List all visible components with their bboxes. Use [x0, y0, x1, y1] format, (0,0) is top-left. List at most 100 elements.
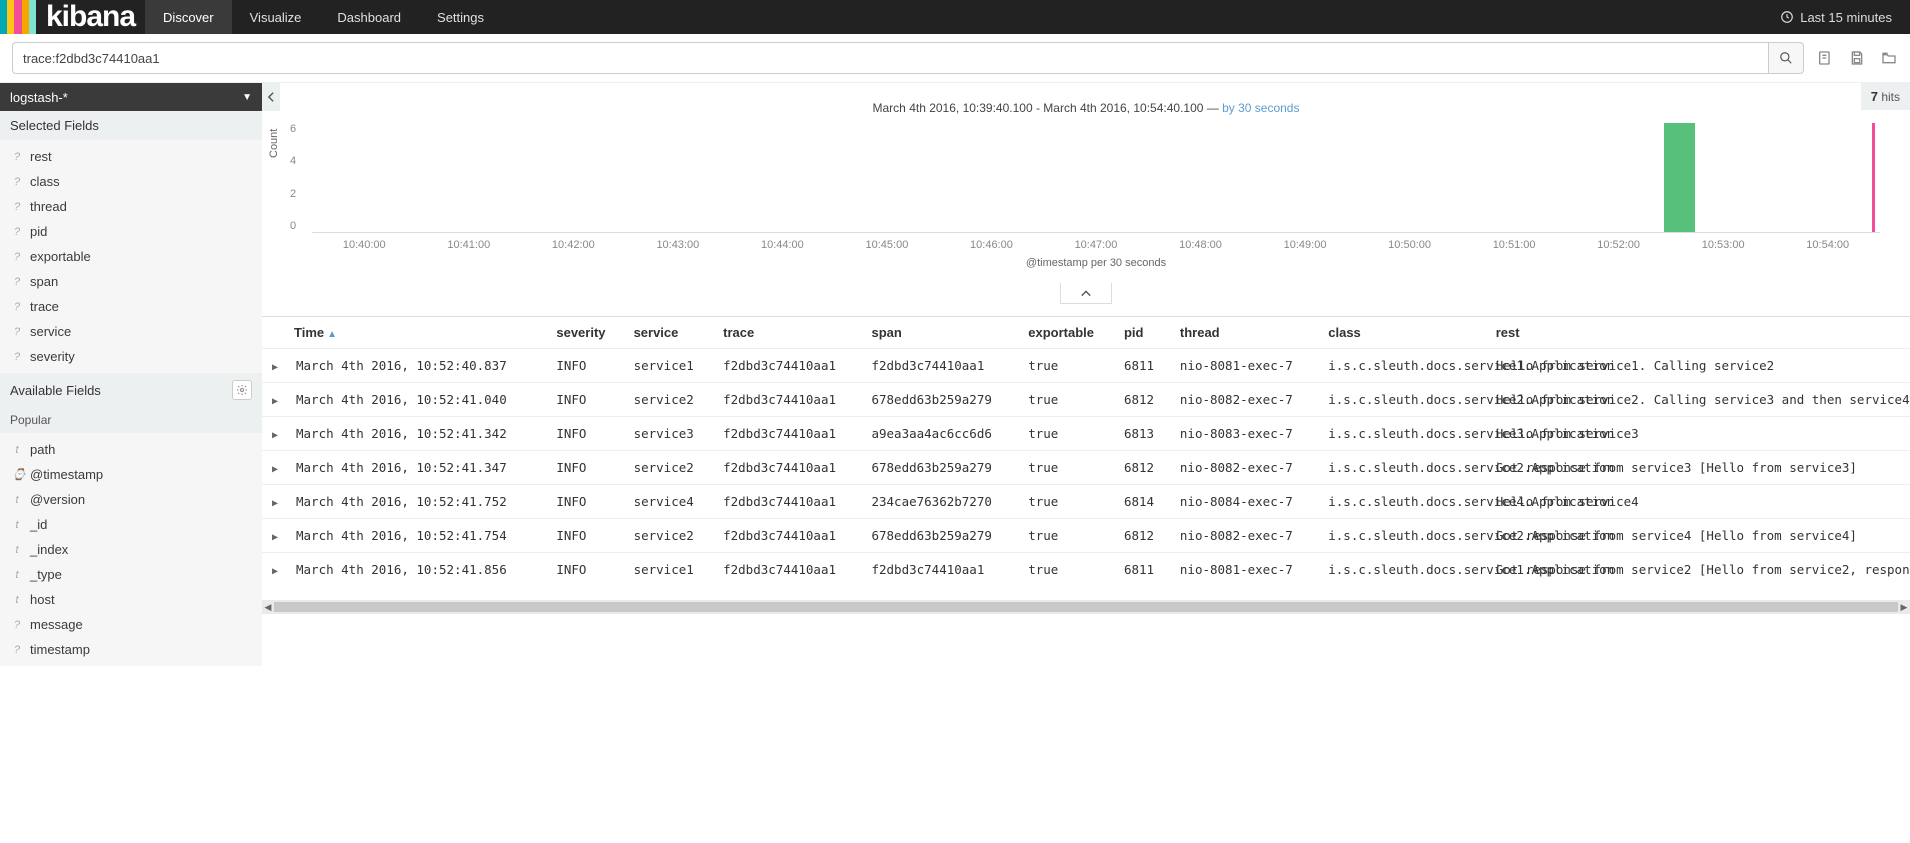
table-row[interactable]: ▶March 4th 2016, 10:52:40.837INFOservice… [262, 349, 1910, 383]
query-input[interactable] [12, 42, 1768, 74]
cell-service: service2 [624, 451, 714, 485]
table-row[interactable]: ▶March 4th 2016, 10:52:41.754INFOservice… [262, 519, 1910, 553]
cell-time: ▶March 4th 2016, 10:52:41.856 [262, 553, 546, 587]
results-table: Time▲severityservicetracespanexportablep… [262, 316, 1910, 586]
field-name: thread [30, 199, 67, 214]
cell-service: service1 [624, 349, 714, 383]
new-search-icon[interactable] [1816, 49, 1834, 67]
collapse-histogram-button[interactable] [1060, 283, 1112, 304]
selected-field-exportable[interactable]: ?exportable [0, 244, 262, 269]
table-row[interactable]: ▶March 4th 2016, 10:52:41.856INFOservice… [262, 553, 1910, 587]
bar-area[interactable] [312, 123, 1880, 232]
cell-class: i.s.c.sleuth.docs.service1.Application [1318, 349, 1485, 383]
save-search-icon[interactable] [1848, 49, 1866, 67]
cell-thread: nio-8082-exec-7 [1170, 383, 1318, 417]
field-type-icon: ? [12, 226, 22, 238]
search-button[interactable] [1768, 42, 1804, 74]
col-class[interactable]: class [1318, 317, 1485, 349]
col-trace[interactable]: trace [713, 317, 861, 349]
scroll-left-icon[interactable]: ◀ [262, 600, 274, 614]
col-service[interactable]: service [624, 317, 714, 349]
x-tick: 10:48:00 [1148, 239, 1253, 251]
expand-row-icon[interactable]: ▶ [272, 396, 288, 407]
field-name: service [30, 324, 71, 339]
table-row[interactable]: ▶March 4th 2016, 10:52:41.752INFOservice… [262, 485, 1910, 519]
available-field-path[interactable]: tpath [0, 437, 262, 462]
cell-class: i.s.c.sleuth.docs.service2.Application [1318, 451, 1485, 485]
available-field-_index[interactable]: t_index [0, 537, 262, 562]
tab-visualize[interactable]: Visualize [232, 0, 320, 34]
col-time[interactable]: Time▲ [262, 317, 546, 349]
tab-dashboard[interactable]: Dashboard [319, 0, 419, 34]
expand-row-icon[interactable]: ▶ [272, 532, 288, 543]
y-tick: 4 [290, 155, 296, 167]
field-type-icon: ? [12, 644, 22, 656]
cell-service: service1 [624, 553, 714, 587]
selected-field-trace[interactable]: ?trace [0, 294, 262, 319]
cell-time: ▶March 4th 2016, 10:52:41.754 [262, 519, 546, 553]
selected-field-severity[interactable]: ?severity [0, 344, 262, 369]
open-search-icon[interactable] [1880, 49, 1898, 67]
cell-exportable: true [1018, 349, 1114, 383]
nav-tabs: Discover Visualize Dashboard Settings [145, 0, 502, 34]
clock-icon [1780, 10, 1794, 24]
index-pattern-picker[interactable]: logstash-* ▼ [0, 83, 262, 111]
scroll-thumb[interactable] [274, 602, 1898, 612]
sidebar-collapse-button[interactable] [262, 83, 280, 111]
fields-settings-button[interactable] [232, 380, 252, 400]
tab-settings[interactable]: Settings [419, 0, 502, 34]
x-tick: 10:45:00 [835, 239, 940, 251]
col-severity[interactable]: severity [546, 317, 623, 349]
expand-row-icon[interactable]: ▶ [272, 498, 288, 509]
selected-field-service[interactable]: ?service [0, 319, 262, 344]
cell-service: service3 [624, 417, 714, 451]
interval-link[interactable]: by 30 seconds [1222, 101, 1299, 115]
selected-field-class[interactable]: ?class [0, 169, 262, 194]
field-type-icon: t [12, 444, 22, 456]
col-span[interactable]: span [861, 317, 1018, 349]
horizontal-scrollbar[interactable]: ◀ ▶ [262, 600, 1910, 614]
field-name: @timestamp [30, 467, 103, 482]
selected-field-thread[interactable]: ?thread [0, 194, 262, 219]
table-row[interactable]: ▶March 4th 2016, 10:52:41.040INFOservice… [262, 383, 1910, 417]
expand-row-icon[interactable]: ▶ [272, 430, 288, 441]
col-rest[interactable]: rest [1486, 317, 1910, 349]
available-field-message[interactable]: ?message [0, 612, 262, 637]
tab-discover[interactable]: Discover [145, 0, 232, 34]
selected-field-span[interactable]: ?span [0, 269, 262, 294]
x-tick: 10:54:00 [1775, 239, 1880, 251]
cell-trace: f2dbd3c74410aa1 [713, 553, 861, 587]
expand-row-icon[interactable]: ▶ [272, 566, 288, 577]
available-field-host[interactable]: thost [0, 587, 262, 612]
table-row[interactable]: ▶March 4th 2016, 10:52:41.342INFOservice… [262, 417, 1910, 451]
histogram-bar[interactable] [1664, 123, 1695, 232]
cell-thread: nio-8082-exec-7 [1170, 519, 1318, 553]
field-type-icon: t [12, 544, 22, 556]
cell-trace: f2dbd3c74410aa1 [713, 519, 861, 553]
cell-rest: Hello from service3 [1486, 417, 1910, 451]
cell-rest: Got response from service4 [Hello from s… [1486, 519, 1910, 553]
cell-exportable: true [1018, 383, 1114, 417]
available-field-_type[interactable]: t_type [0, 562, 262, 587]
cell-time: ▶March 4th 2016, 10:52:40.837 [262, 349, 546, 383]
cell-exportable: true [1018, 485, 1114, 519]
available-field-_id[interactable]: t_id [0, 512, 262, 537]
x-tick: 10:52:00 [1566, 239, 1671, 251]
expand-row-icon[interactable]: ▶ [272, 362, 288, 373]
selected-field-rest[interactable]: ?rest [0, 144, 262, 169]
scroll-right-icon[interactable]: ▶ [1898, 600, 1910, 614]
table-row[interactable]: ▶March 4th 2016, 10:52:41.347INFOservice… [262, 451, 1910, 485]
col-exportable[interactable]: exportable [1018, 317, 1114, 349]
histogram-bar[interactable] [1872, 123, 1874, 232]
field-name: severity [30, 349, 75, 364]
col-thread[interactable]: thread [1170, 317, 1318, 349]
expand-row-icon[interactable]: ▶ [272, 464, 288, 475]
timepicker[interactable]: Last 15 minutes [1780, 0, 1910, 34]
available-field-@version[interactable]: t@version [0, 487, 262, 512]
cell-class: i.s.c.sleuth.docs.service2.Application [1318, 383, 1485, 417]
selected-field-pid[interactable]: ?pid [0, 219, 262, 244]
available-field-@timestamp[interactable]: ⌚@timestamp [0, 462, 262, 487]
available-field-timestamp[interactable]: ?timestamp [0, 637, 262, 662]
col-pid[interactable]: pid [1114, 317, 1170, 349]
field-name: host [30, 592, 55, 607]
